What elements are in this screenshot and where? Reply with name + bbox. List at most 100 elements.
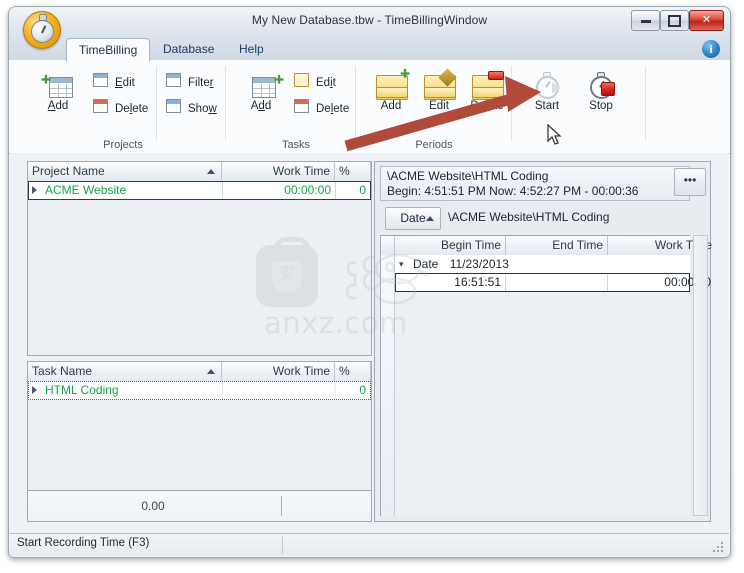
vertical-scrollbar[interactable]: [693, 235, 708, 516]
minimize-icon: [640, 20, 651, 23]
projects-panel: Project Name Work Time % ACME Website 00…: [27, 161, 372, 356]
mouse-pointer-cursor: [547, 124, 562, 145]
current-row-indicator-icon: [32, 186, 37, 194]
table-edit-icon: [93, 73, 108, 87]
tasks-panel: Task Name Work Time % HTML Coding 0: [27, 361, 372, 506]
start-button[interactable]: Start: [517, 68, 577, 112]
group-by-date-button[interactable]: Date: [385, 207, 441, 230]
table-add-icon: +: [231, 68, 291, 98]
ribbon-toolbar: + Add Edit Delete Filter Show Projects +…: [9, 60, 730, 154]
maximize-button[interactable]: [660, 10, 689, 31]
stopwatch-start-icon: [517, 68, 577, 99]
current-row-indicator-icon: [32, 386, 37, 394]
tasks-edit-label: Edit: [316, 77, 336, 89]
table-delete-icon: [93, 99, 108, 113]
info-icon[interactable]: i: [702, 40, 720, 58]
projects-show-button[interactable]: Show: [166, 98, 217, 121]
tab-timebilling[interactable]: TimeBilling: [66, 38, 151, 62]
sort-ascending-icon: [207, 169, 215, 174]
summary-divider: [281, 496, 282, 516]
ribbon-group-label-projects: Projects: [103, 139, 143, 151]
cell-task-name: HTML Coding: [41, 382, 223, 399]
periods-grid[interactable]: Begin Time End Time Work Time ▾ Date 11/…: [380, 235, 712, 516]
stopwatch-app-icon: [23, 11, 61, 49]
close-button[interactable]: ✕: [689, 10, 724, 31]
column-header-project-name[interactable]: Project Name: [28, 162, 222, 181]
table-row[interactable]: HTML Coding 0: [28, 381, 371, 400]
cell-end-time: [506, 274, 608, 291]
cell-work-time: 00:00:00: [223, 182, 336, 199]
tasks-add-button[interactable]: + Add: [231, 68, 291, 112]
cell-task-percent: 0: [359, 383, 366, 397]
table-show-icon: [166, 99, 181, 113]
projects-edit-button[interactable]: Edit: [93, 72, 135, 95]
column-header-percent[interactable]: %: [335, 162, 371, 181]
client-area: Project Name Work Time % ACME Website 00…: [10, 153, 729, 533]
start-label: Start: [534, 100, 560, 112]
group-row-label: Date: [413, 257, 439, 271]
ribbon-group-projects: + Add Edit Delete Filter Show Projects: [23, 60, 223, 153]
periods-delete-button[interactable]: Delete: [457, 68, 517, 112]
window-title: My New Database.tbw - TimeBillingWindow: [251, 13, 488, 27]
row-indicator-column-header: [381, 236, 395, 255]
table-add-icon: +: [28, 68, 88, 98]
tasks-grid[interactable]: Task Name Work Time % HTML Coding 0: [28, 362, 371, 505]
projects-grid[interactable]: Project Name Work Time % ACME Website 00…: [28, 162, 371, 355]
application-window: My New Database.tbw - TimeBillingWindow …: [8, 6, 731, 558]
row-indicator-strip: [381, 255, 395, 516]
tasks-delete-label: Delete: [316, 103, 350, 115]
summary-total: 0.00: [141, 499, 165, 513]
sort-ascending-icon: [426, 216, 434, 221]
minimize-button[interactable]: [631, 10, 660, 31]
table-delete-icon: [294, 99, 309, 113]
resize-grip[interactable]: [713, 542, 724, 553]
more-options-button[interactable]: •••: [674, 168, 706, 196]
column-header-work-time[interactable]: Work Time: [222, 162, 335, 181]
cell-begin-time: 16:51:51: [396, 274, 506, 291]
periods-detail-panel: \ACME Website\HTML Coding Begin: 4:51:51…: [374, 161, 712, 522]
tab-help[interactable]: Help: [227, 38, 276, 60]
tab-database[interactable]: Database: [151, 38, 226, 60]
projects-edit-label: Edit: [115, 77, 135, 89]
stopwatch-dial: [31, 20, 54, 43]
column-header-task-percent[interactable]: %: [335, 362, 371, 381]
group-row-value: 11/23/2013: [449, 257, 509, 271]
column-header-end-time[interactable]: End Time: [506, 236, 608, 255]
ribbon-group-timer: Start Stop: [517, 60, 637, 153]
projects-show-label: Show: [188, 103, 217, 115]
tasks-edit-button[interactable]: Edit: [294, 72, 336, 95]
ribbon-group-label-tasks: Tasks: [281, 139, 311, 151]
maximize-icon: [668, 15, 681, 27]
ribbon-tab-strip: TimeBilling Database Help i: [9, 37, 730, 62]
stop-label: Stop: [589, 100, 613, 112]
cell-project-name: ACME Website: [41, 182, 223, 199]
periods-delete-label: Delete: [470, 100, 504, 112]
current-period-header: \ACME Website\HTML Coding Begin: 4:51:51…: [380, 166, 690, 201]
table-edit-icon: [294, 73, 309, 87]
projects-filter-label: Filter: [188, 77, 214, 89]
periods-grid-header: Begin Time End Time Work Time: [381, 236, 712, 256]
close-icon: ✕: [701, 14, 712, 26]
stop-button[interactable]: Stop: [571, 68, 631, 112]
projects-filter-button[interactable]: Filter: [166, 72, 214, 95]
column-header-task-name[interactable]: Task Name: [28, 362, 222, 381]
status-bar: Start Recording Time (F3): [10, 533, 729, 556]
tasks-delete-button[interactable]: Delete: [294, 98, 349, 121]
status-divider: [282, 536, 283, 554]
group-row-date[interactable]: ▾ Date 11/23/2013: [395, 255, 690, 273]
projects-delete-button[interactable]: Delete: [93, 98, 148, 121]
breadcrumb: \ACME Website\HTML Coding: [448, 210, 610, 224]
projects-add-button[interactable]: + Add: [28, 68, 88, 112]
stopwatch-stop-icon: [571, 68, 631, 99]
ribbon-group-periods: + Add Edit Delete Periods: [361, 60, 506, 153]
table-filter-icon: [166, 73, 181, 87]
column-header-begin-time[interactable]: Begin Time: [395, 236, 506, 255]
column-header-task-work-time[interactable]: Work Time: [222, 362, 335, 381]
title-bar: My New Database.tbw - TimeBillingWindow …: [9, 7, 730, 49]
ribbon-group-label-periods: Periods: [415, 139, 453, 151]
table-row[interactable]: ACME Website 00:00:00 0: [28, 181, 371, 200]
summary-bar: 0.00: [27, 490, 372, 522]
table-row[interactable]: 16:51:51 00:00:00: [395, 273, 711, 292]
ribbon-group-tasks: + Add Edit Delete Tasks: [231, 60, 361, 153]
chevron-down-icon[interactable]: ▾: [399, 260, 408, 269]
